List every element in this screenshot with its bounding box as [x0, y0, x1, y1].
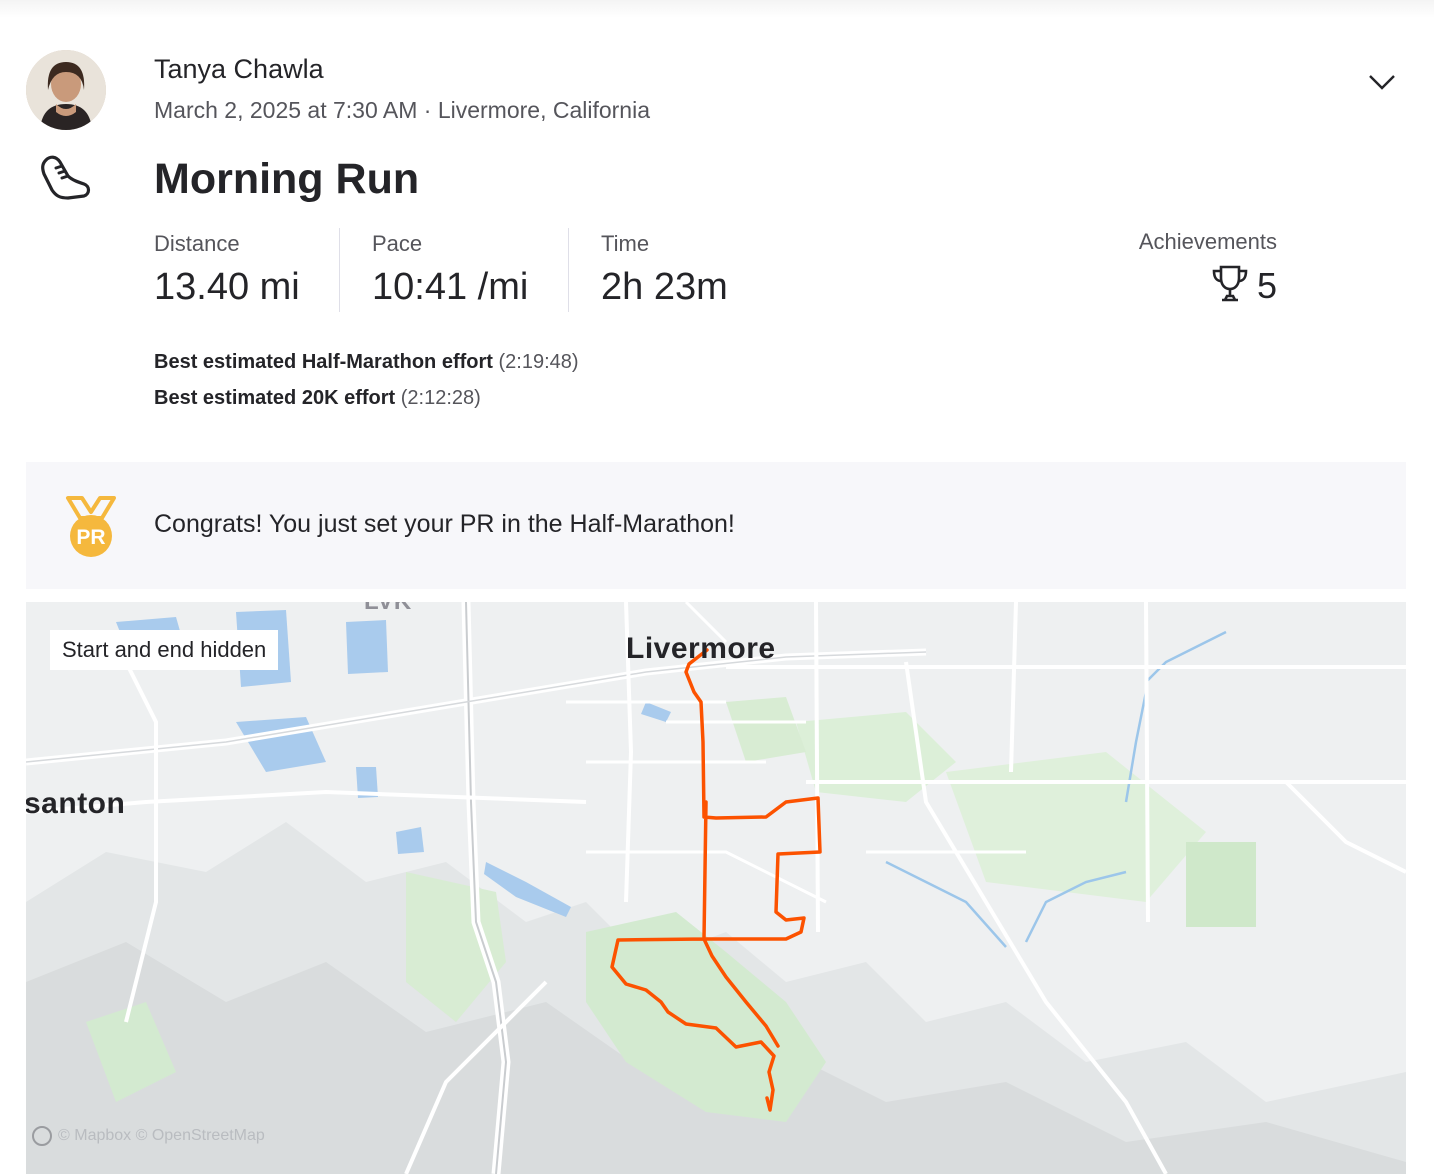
achievements-count[interactable]: 5 — [1211, 264, 1277, 308]
mapbox-logo-icon[interactable] — [32, 1126, 52, 1146]
stat-time: Time 2h 23m — [601, 228, 781, 312]
achievements-number: 5 — [1256, 265, 1277, 306]
top-divider — [0, 0, 1434, 18]
privacy-chip: Start and end hidden — [50, 630, 279, 670]
best-effort-half-marathon: Best estimated Half-Marathon effort (2:1… — [154, 351, 579, 374]
stat-value: 10:41 /mi — [372, 266, 529, 308]
athlete-name[interactable]: Tanya Chawla — [154, 54, 324, 85]
stat-label: Pace — [372, 231, 423, 256]
activity-datetime-location: March 2, 2025 at 7:30 AM · Livermore, Ca… — [154, 97, 651, 123]
stat-label: Distance — [154, 231, 240, 256]
pr-medal-text: PR — [76, 526, 105, 549]
stat-divider — [339, 228, 340, 312]
best-effort-time: (2:12:28) — [400, 387, 481, 409]
city-label-livermore: Livermore — [626, 632, 776, 665]
achievements-label: Achievements — [1138, 229, 1277, 254]
stat-label: Time — [601, 231, 650, 256]
running-shoe-icon — [38, 152, 94, 204]
pr-medal-icon: PR — [64, 494, 118, 560]
best-effort-20k: Best estimated 20K effort (2:12:28) — [154, 387, 481, 410]
map-attribution[interactable]: © Mapbox © OpenStreetMap — [32, 1126, 265, 1146]
stat-divider — [568, 228, 569, 312]
attribution-text[interactable]: © Mapbox © OpenStreetMap — [58, 1127, 265, 1145]
activity-title: Morning Run — [154, 155, 420, 203]
best-effort-label: Best estimated 20K effort — [154, 387, 396, 409]
city-label-pleasanton: santon — [26, 787, 126, 820]
map-canvas — [26, 602, 1406, 1174]
route-map[interactable]: LVK Livermore santon Start and end hidde… — [26, 602, 1406, 1174]
best-effort-time: (2:19:48) — [498, 351, 579, 373]
pr-message: Congrats! You just set your PR in the Ha… — [154, 510, 735, 538]
pr-banner: PR Congrats! You just set your PR in the… — [26, 462, 1406, 589]
stat-value: 2h 23m — [601, 266, 728, 308]
stat-pace: Pace 10:41 /mi — [372, 228, 562, 312]
avatar[interactable] — [26, 50, 106, 130]
trophy-icon — [1211, 264, 1249, 309]
stat-value: 13.40 mi — [154, 266, 300, 308]
airport-label: LVK — [364, 602, 412, 616]
best-effort-label: Best estimated Half-Marathon effort — [154, 351, 493, 373]
stat-distance: Distance 13.40 mi — [154, 228, 334, 312]
chevron-down-icon[interactable] — [1366, 70, 1398, 94]
